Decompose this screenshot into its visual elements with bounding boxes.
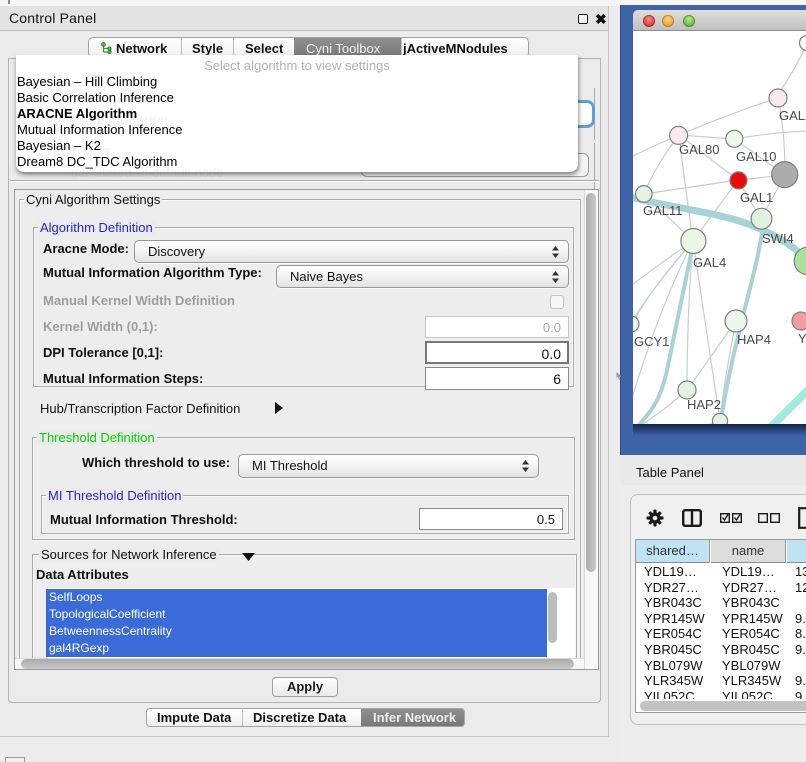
svg-text:HAP2: HAP2 (687, 397, 721, 412)
svg-text:GAL2: GAL2 (779, 108, 806, 123)
svg-text:GAL11: GAL11 (643, 203, 683, 218)
svg-text:SWI4: SWI4 (762, 231, 794, 246)
svg-text:Y: Y (798, 331, 806, 346)
svg-text:GCY1: GCY1 (634, 334, 669, 349)
svg-text:HAP4: HAP4 (737, 332, 771, 347)
svg-text:GAL4: GAL4 (693, 255, 726, 270)
svg-text:GAL80: GAL80 (679, 142, 719, 157)
svg-text:GAL1: GAL1 (740, 190, 773, 205)
svg-text:GAL10: GAL10 (736, 149, 776, 164)
